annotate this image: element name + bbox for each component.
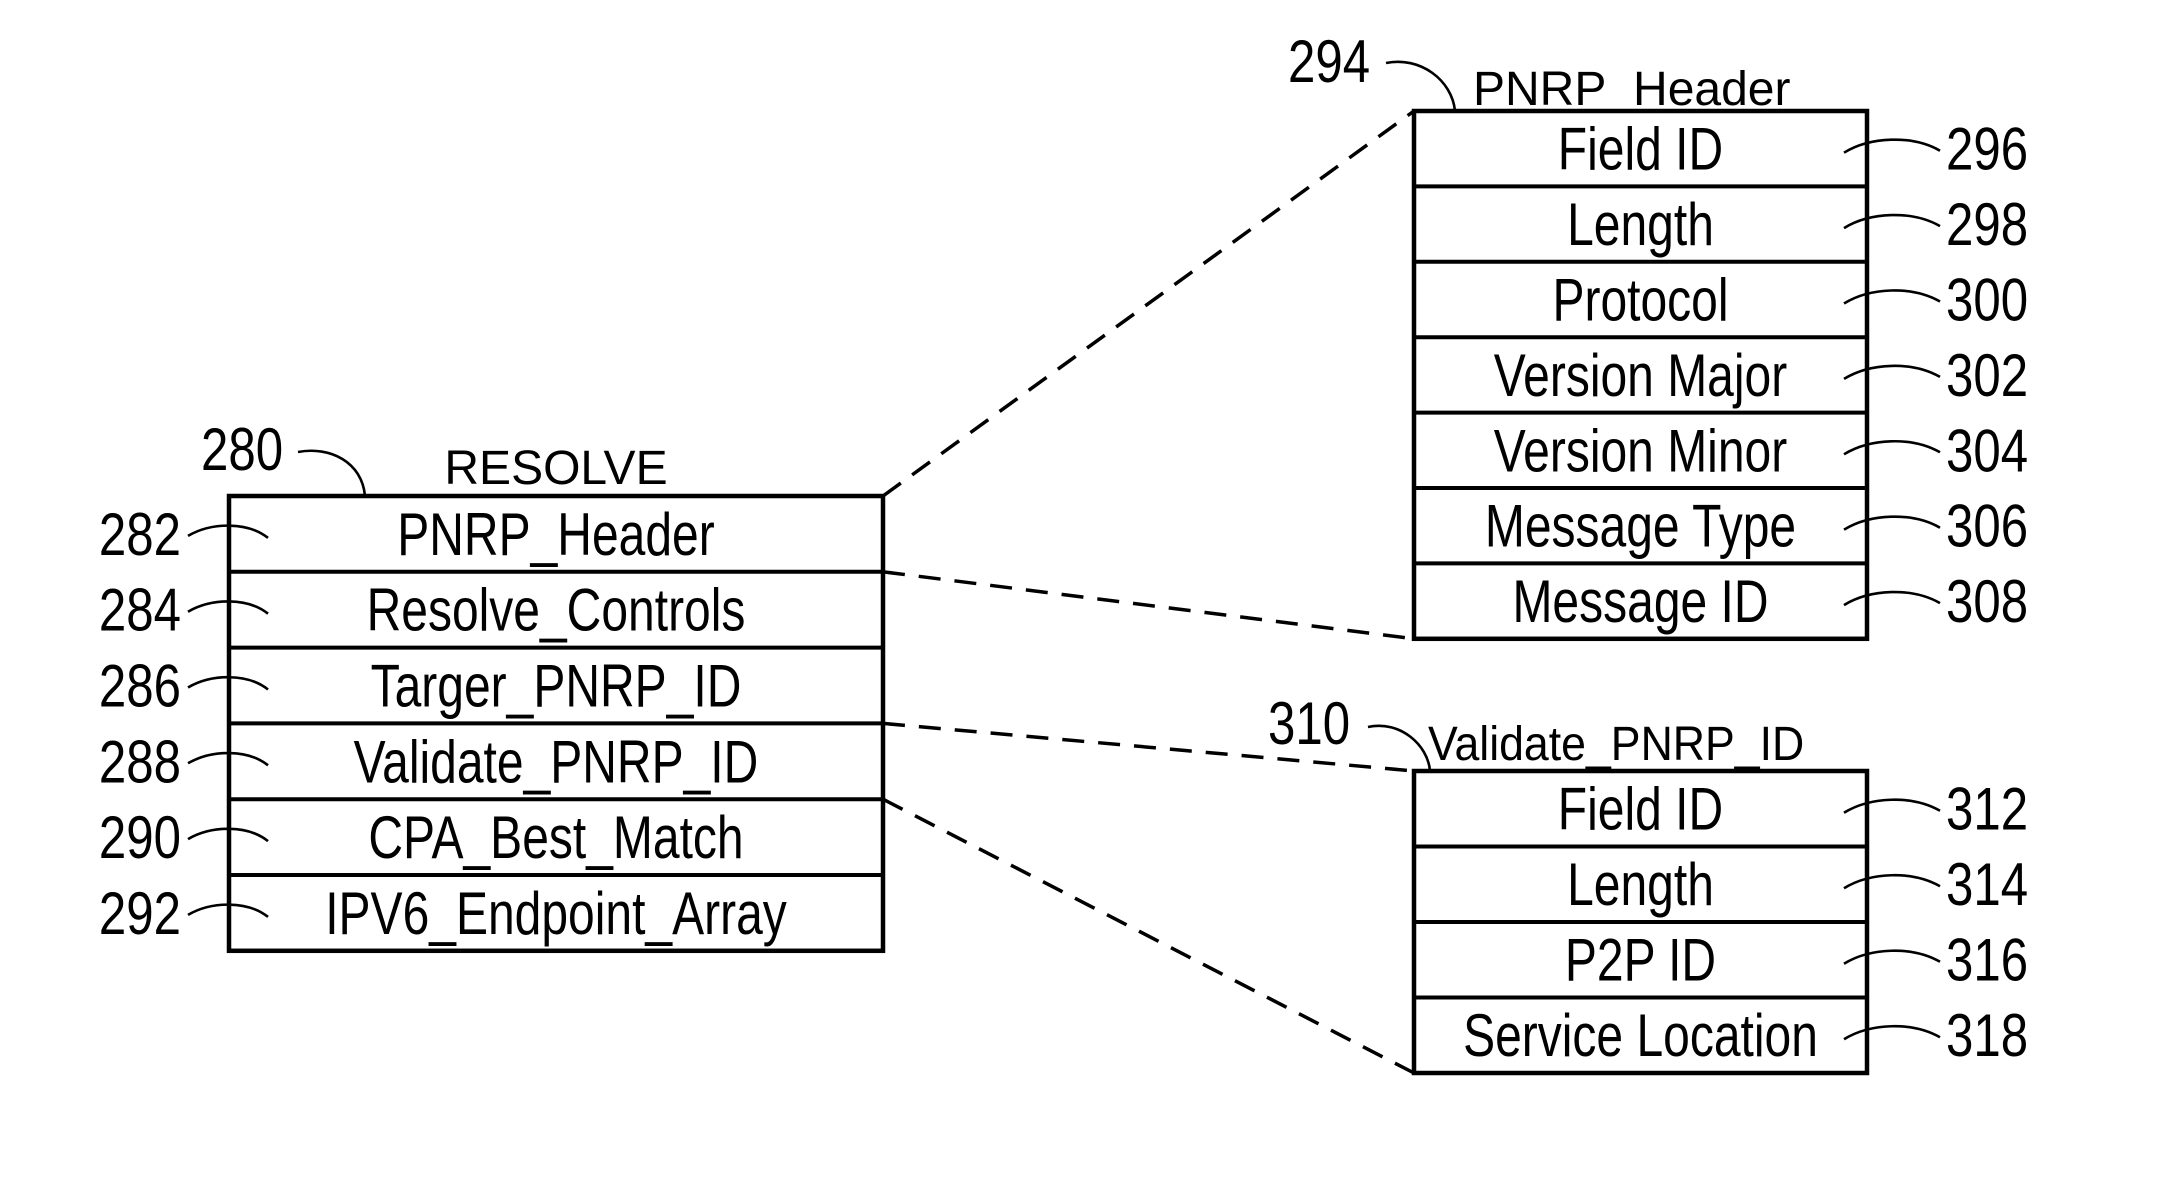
reference-leader-line bbox=[297, 449, 367, 497]
field-label: Version Major bbox=[1494, 342, 1787, 409]
expansion-line-bottom bbox=[882, 797, 1415, 1075]
field-label: Targer_PNRP_ID bbox=[371, 652, 742, 719]
resolve-structure: RESOLVE 280 PNRP_Header 282 Resolve_Controls… bbox=[99, 415, 886, 954]
validate-pnrp-id-structure: Validate_PNRP_ID 310 Field ID 312 Length 314 P… bbox=[1268, 689, 2028, 1076]
field-label: Field ID bbox=[1558, 776, 1723, 843]
field-row: Service Location 318 bbox=[1414, 995, 2028, 1070]
pnrp-resolve-message-diagram: RESOLVE 280 PNRP_Header 282 Resolve_Controls… bbox=[99, 27, 2028, 1076]
field-row: Version Major 302 bbox=[1414, 335, 2028, 409]
field-reference-number: 302 bbox=[1946, 341, 2028, 409]
field-reference-number: 304 bbox=[1946, 417, 2028, 485]
structure-reference-number: 294 bbox=[1288, 27, 1370, 95]
field-label: Service Location bbox=[1463, 1002, 1818, 1069]
field-reference-number: 292 bbox=[99, 879, 181, 947]
field-row: Message Type 306 bbox=[1414, 486, 2028, 560]
structure-title: PNRP_Header bbox=[1473, 63, 1791, 116]
field-label: CPA_Best_Match bbox=[368, 804, 743, 871]
pnrp-header-structure: PNRP_Header 294 Field ID 296 Length 298 Protoc… bbox=[1288, 27, 2028, 642]
field-reference-number: 308 bbox=[1946, 567, 2028, 635]
field-reference-number: 306 bbox=[1946, 492, 2028, 560]
field-label: IPV6_Endpoint_Array bbox=[325, 880, 787, 947]
field-label: Length bbox=[1567, 191, 1714, 258]
field-label: P2P ID bbox=[1565, 927, 1716, 994]
field-label: Message ID bbox=[1512, 568, 1768, 635]
field-label: Validate_PNRP_ID bbox=[354, 728, 759, 795]
structure-boxes: RESOLVE 280 PNRP_Header 282 Resolve_Controls… bbox=[99, 27, 2028, 1076]
field-row: IPV6_Endpoint_Array 292 bbox=[99, 873, 883, 947]
expansion-line-top bbox=[881, 109, 1416, 498]
field-reference-number: 290 bbox=[99, 803, 181, 871]
structure-title: RESOLVE bbox=[444, 442, 667, 495]
field-row: PNRP_Header 282 bbox=[99, 500, 715, 568]
field-reference-number: 298 bbox=[1946, 190, 2028, 258]
field-reference-number: 318 bbox=[1946, 1002, 2028, 1070]
structure-reference-number: 280 bbox=[201, 415, 283, 483]
field-reference-number: 316 bbox=[1946, 926, 2028, 994]
reference-leader-line bbox=[1367, 724, 1432, 772]
structure-title: Validate_PNRP_ID bbox=[1428, 717, 1804, 771]
field-reference-number: 296 bbox=[1946, 115, 2028, 183]
reference-leader-line bbox=[1385, 60, 1457, 112]
field-label: Length bbox=[1567, 851, 1714, 918]
field-label: PNRP_Header bbox=[397, 501, 714, 568]
field-reference-number: 288 bbox=[99, 728, 181, 796]
field-reference-number: 314 bbox=[1946, 851, 2028, 919]
field-label: Version Minor bbox=[1494, 417, 1787, 484]
field-label: Message Type bbox=[1485, 493, 1796, 560]
field-reference-number: 286 bbox=[99, 652, 181, 720]
field-label: Protocol bbox=[1552, 266, 1728, 333]
field-label: Resolve_Controls bbox=[367, 577, 746, 644]
field-reference-number: 300 bbox=[1946, 266, 2028, 334]
field-row: Version Minor 304 bbox=[1414, 410, 2028, 485]
expansion-lines bbox=[881, 109, 1416, 1075]
field-reference-number: 284 bbox=[99, 576, 181, 644]
field-reference-number: 312 bbox=[1946, 775, 2028, 843]
field-label: Field ID bbox=[1558, 116, 1723, 183]
field-reference-number: 282 bbox=[99, 500, 181, 568]
expansion-line-bottom bbox=[882, 570, 1415, 641]
structure-reference-number: 310 bbox=[1268, 689, 1350, 757]
